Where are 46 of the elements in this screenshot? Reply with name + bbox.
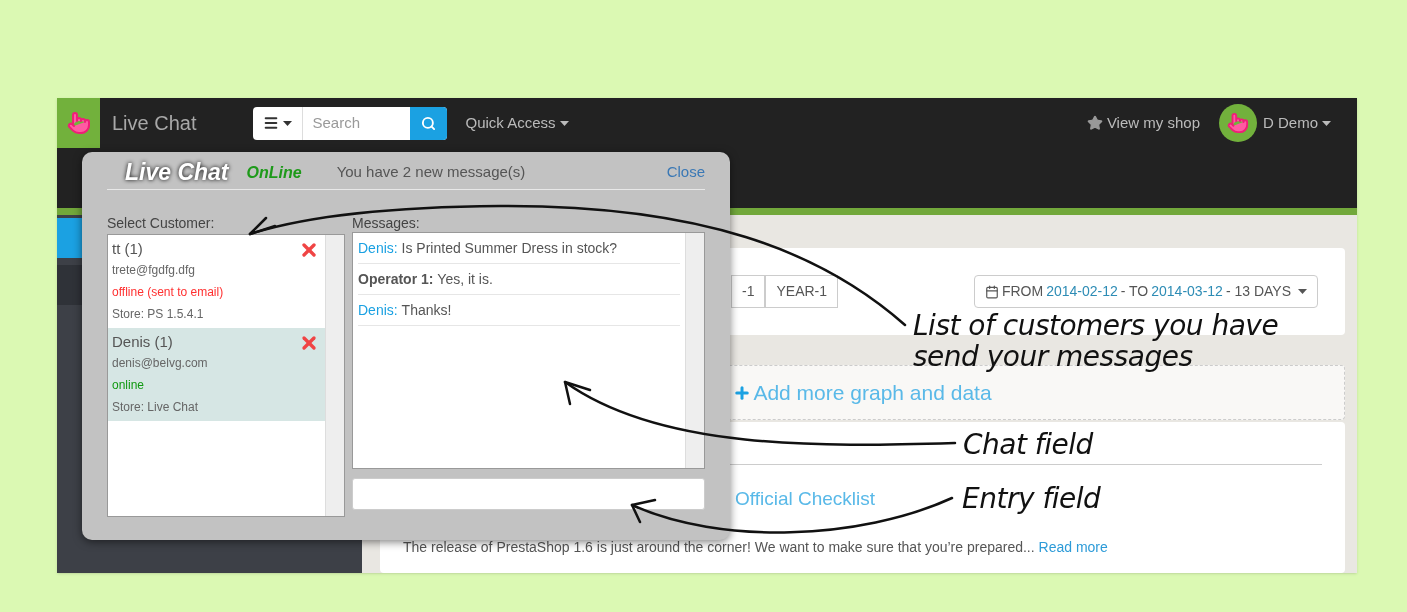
customer-item[interactable]: Denis (1) denis@belvg.com online Store: Live Chat	[108, 328, 325, 421]
scrollbar[interactable]	[685, 233, 704, 468]
customer-name: Denis (1)	[112, 332, 173, 352]
customer-status: offline (sent to email)	[112, 284, 224, 301]
menu-icon	[262, 115, 279, 131]
view-shop-link[interactable]: View my shop	[1106, 111, 1200, 135]
annotation-text: Entry field	[962, 481, 1101, 517]
entry-field[interactable]	[352, 478, 705, 510]
remove-icon[interactable]	[299, 333, 319, 353]
chat-title: Live Chat	[125, 158, 229, 188]
remove-icon[interactable]	[299, 240, 319, 260]
search-icon	[420, 115, 436, 131]
annotation-text: Chat field	[963, 427, 1093, 463]
caret-icon	[1298, 289, 1307, 294]
chat-message: Denis: Thanks!	[358, 295, 680, 326]
notice-text: You have 2 new message(s)	[336, 162, 526, 183]
customer-status: online	[112, 377, 145, 394]
hand-pointer-icon	[66, 111, 91, 135]
status-label: OnLine	[246, 162, 302, 183]
customer-store: Store: PS 1.5.4.1	[112, 306, 204, 323]
customer-store: Store: Live Chat	[112, 399, 199, 416]
user-avatar[interactable]	[1219, 104, 1257, 142]
caret-icon	[559, 120, 569, 126]
hand-pointer-icon	[1227, 112, 1249, 134]
caret-icon	[1322, 120, 1331, 126]
customers-label: Select Customer:	[107, 215, 215, 231]
period-button[interactable]: -1	[731, 275, 766, 308]
chat-message: Denis: Is Printed Summer Dress in stock?	[358, 233, 680, 264]
customer-email: trete@fgdfg.dfg	[112, 262, 195, 279]
annotation-text: List of customers you have send your messages	[913, 310, 1280, 372]
star-icon	[1086, 115, 1103, 131]
user-menu[interactable]: D Demo	[1263, 111, 1331, 135]
chat-message: Operator 1: Yes, it is.	[358, 264, 680, 295]
search-button[interactable]	[409, 106, 447, 140]
app-title: Live Chat	[112, 111, 197, 136]
news-text: The release of PrestaShop 1.6 is just around the corner! We want to make sure that you’re prepared... Read more	[403, 537, 1109, 557]
messages-label: Messages:	[352, 215, 420, 231]
plus-icon	[733, 383, 752, 402]
scrollbar[interactable]	[325, 235, 344, 516]
quick-access-menu[interactable]: Quick Access	[465, 111, 569, 135]
customer-email: denis@belvg.com	[112, 355, 208, 372]
calendar-icon	[984, 284, 999, 299]
date-range-button[interactable]: FROM 2014-02-12 - TO 2014-03-12 - 13 DAYS	[973, 275, 1318, 308]
caret-icon	[282, 120, 292, 126]
customer-name: tt (1)	[112, 239, 143, 259]
period-button[interactable]: YEAR-1	[765, 275, 839, 308]
